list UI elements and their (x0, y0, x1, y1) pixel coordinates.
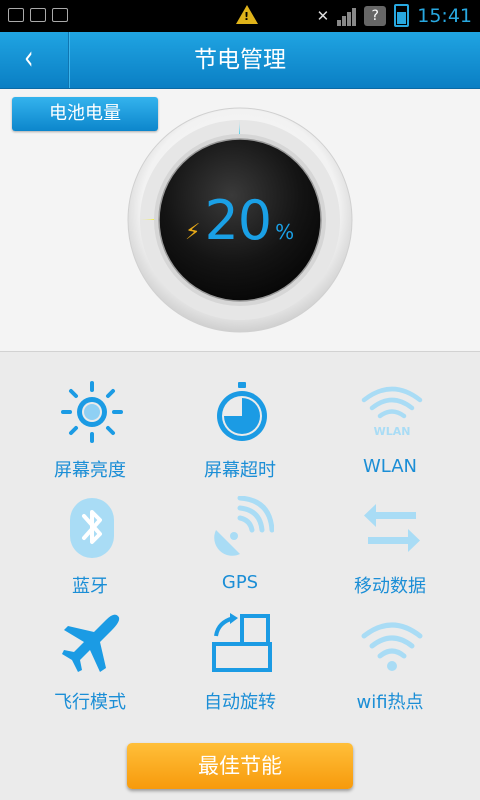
toggle-mobile-data[interactable]: 移动数据 (315, 496, 465, 606)
bluetooth-icon (70, 498, 114, 558)
clock: 15:41 (417, 4, 472, 27)
signal-icon (337, 6, 357, 26)
wlan-icon: WLAN (361, 386, 423, 438)
timeout-icon (217, 382, 267, 441)
optimize-power-button[interactable]: 最佳节能 (127, 743, 353, 789)
gps-icon (214, 496, 274, 556)
toggle-label: 蓝牙 (72, 576, 108, 597)
notification-icon (30, 8, 46, 22)
brightness-icon (61, 381, 123, 443)
battery-level-value: 20 (204, 189, 272, 252)
hotspot-icon (361, 622, 423, 671)
toggle-label: 移动数据 (354, 576, 426, 597)
battery-panel: 电池电量 ⚡ 20 % (0, 89, 480, 352)
toggle-label: wifi热点 (356, 692, 424, 713)
mute-icon: ✕ (316, 6, 330, 25)
auto-rotate-icon (212, 613, 272, 672)
back-icon: ‹ (24, 38, 34, 78)
toggle-wlan[interactable]: WLAN WLAN (315, 380, 465, 490)
toggle-label: 屏幕超时 (204, 460, 276, 481)
status-bar: ! ✕ ? 15:41 (0, 0, 480, 32)
toggle-airplane-mode[interactable]: 飞行模式 (15, 612, 165, 722)
charging-bolt-icon: ⚡ (185, 220, 201, 245)
notification-icon (52, 8, 68, 22)
notification-icons (8, 8, 68, 22)
page-title: 节电管理 (194, 47, 286, 73)
title-bar: ‹ 节电管理 (0, 32, 480, 89)
toggle-screen-timeout[interactable]: 屏幕超时 (165, 380, 315, 490)
battery-level-unit: % (275, 220, 295, 244)
toggle-wifi-hotspot[interactable]: wifi热点 (315, 612, 465, 722)
airplane-icon (62, 614, 120, 672)
toggle-label: GPS (221, 572, 259, 593)
sim-unknown-icon: ? (364, 5, 387, 26)
toggle-screen-brightness[interactable]: 屏幕亮度 (15, 380, 165, 490)
back-button[interactable]: ‹ (0, 32, 69, 88)
toggle-auto-rotate[interactable]: 自动旋转 (165, 612, 315, 722)
toggle-label: WLAN (362, 456, 418, 477)
notification-icon (8, 8, 24, 22)
mobile-data-icon (364, 504, 420, 552)
toggle-bluetooth[interactable]: 蓝牙 (15, 496, 165, 606)
warning-icon: ! (236, 5, 258, 24)
toggle-label: 屏幕亮度 (54, 460, 126, 481)
toggle-label: 飞行模式 (54, 692, 126, 713)
battery-percentage: ⚡ 20 % (185, 189, 294, 252)
wlan-icon-text: WLAN (374, 425, 411, 438)
battery-charging-icon (394, 4, 410, 27)
toggle-label: 自动旋转 (204, 692, 276, 713)
toggle-gps[interactable]: GPS (165, 496, 315, 606)
